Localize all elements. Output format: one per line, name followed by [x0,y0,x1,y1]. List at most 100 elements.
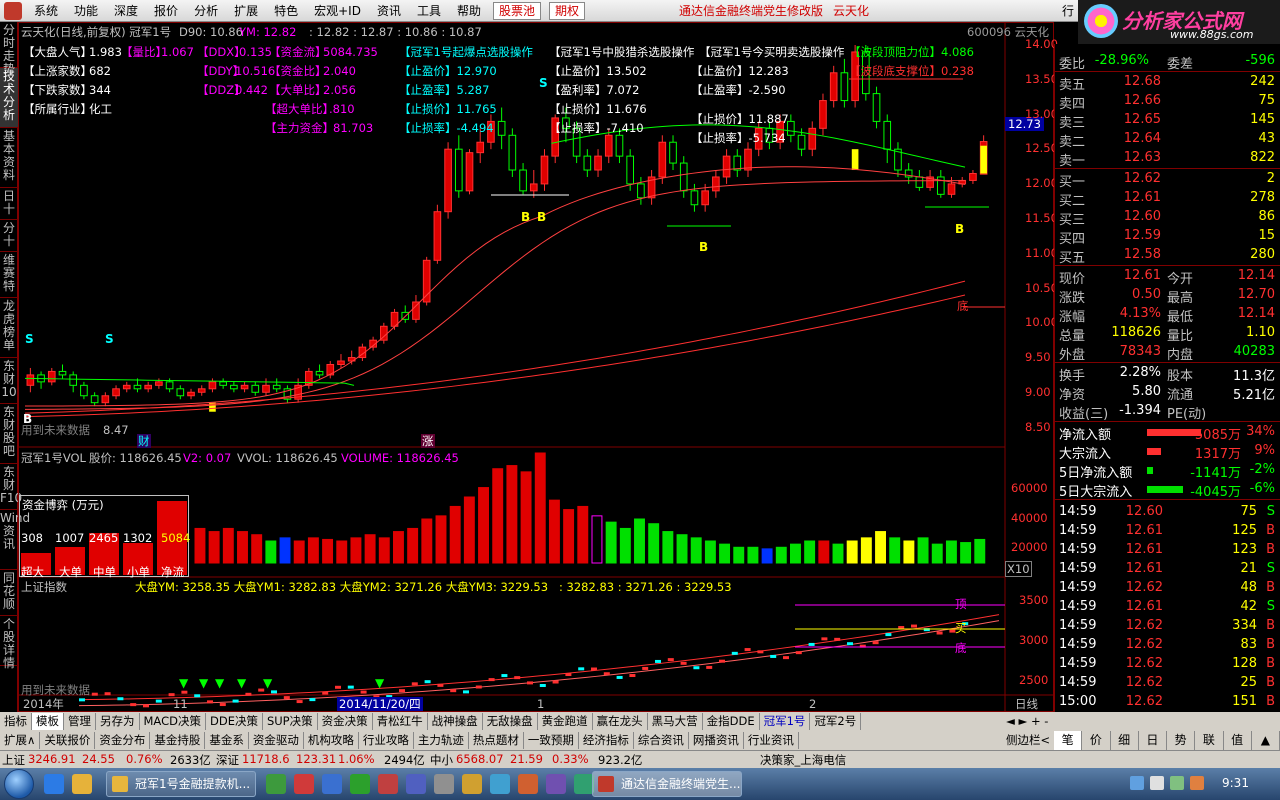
indicator-tab[interactable]: 无敌操盘 [483,713,538,730]
vtab[interactable]: 个股详情 [0,616,18,670]
quote-tab[interactable]: 细 [1110,731,1139,750]
quote-tab[interactable]: 势 [1167,731,1196,750]
vtab[interactable]: Wind资讯 [0,510,30,570]
network-icon[interactable] [1170,776,1184,790]
indicator-tab[interactable]: 另存为 [96,713,140,730]
tray-icon[interactable] [1190,776,1204,790]
menu-item[interactable]: 功能 [66,0,106,22]
indicator-tab[interactable]: 资金决策 [318,713,373,730]
menu-item[interactable]: 系统 [26,0,66,22]
start-button[interactable] [4,769,34,799]
vtab[interactable]: 日十 [0,188,18,220]
extension-tab[interactable]: 机构攻略 [304,732,359,749]
vtab[interactable]: 东财股吧 [0,404,18,464]
vtab[interactable]: 龙虎榜单 [0,298,18,358]
indicator-tab[interactable]: 赢在龙头 [593,713,648,730]
quote-tab[interactable]: ▲ [1251,731,1280,750]
indicator-tab[interactable]: 黑马大营 [648,713,703,730]
extension-tab[interactable]: 基金持股 [150,732,206,749]
extension-tab[interactable]: 热点题材 [469,732,524,749]
quote-tab[interactable]: 联 [1195,731,1224,750]
quote-tab[interactable]: 日 [1138,731,1167,750]
taskbar-window[interactable]: 冠军1号金融提款机... [106,771,256,797]
quote-row: 总量 118626 量比 1.10 [1055,324,1280,344]
app-icon[interactable] [546,774,566,794]
indicator-tab[interactable]: 管理 [64,713,96,730]
quote-tab[interactable]: 笔 [1054,731,1083,750]
extension-tab[interactable]: 主力轨迹 [414,732,469,749]
extension-tab[interactable]: 基金系 [205,732,249,749]
extension-tab[interactable]: 综合资讯 [634,732,689,749]
indicator-tab[interactable]: 青松红牛 [373,713,428,730]
app-icon[interactable] [434,774,454,794]
indicator-tab[interactable]: 指标 [0,713,32,730]
indicator-tab[interactable]: 模板 [32,713,64,730]
extension-tab[interactable]: 行业资讯 [744,732,799,749]
indicator-tab[interactable]: DDE决策 [206,713,263,730]
index-candle [847,642,853,646]
extension-tab[interactable]: 资金驱动 [249,732,304,749]
ie-icon[interactable] [44,774,64,794]
mid-change: 21.59 [510,752,543,766]
vtab[interactable]: 维赛特 [0,252,18,298]
vtab[interactable]: 分时走势 [0,22,18,76]
kline-chart-canvas[interactable]: S SBB BSBB▼ ▼ ▼ ▼ ▼ ▼ [19,23,1055,713]
app-icon[interactable] [294,774,314,794]
quote-tab[interactable]: 价 [1082,731,1111,750]
main-chart-area[interactable]: S S B B B S B B ▼ ▼ ▼ ▼ ▼ ▼ 云天化(日线,前复权) 冠军1号 D90: 10.… [18,22,1058,713]
chart-ctrl-buttons[interactable]: ◄ ► + - [1006,712,1048,731]
folder-icon[interactable] [72,774,92,794]
indicator-tab[interactable]: SUP决策 [263,713,318,730]
stat-value: 0.135 [239,45,272,59]
app-icon[interactable] [518,774,538,794]
indicator-tab[interactable]: 战神操盘 [428,713,483,730]
indicator-tab[interactable]: 冠军2号 [810,713,862,730]
extension-tab[interactable]: 网播资讯 [689,732,744,749]
extension-tab[interactable]: 一致预期 [524,732,579,749]
vtab[interactable]: 同花顺 [0,570,18,616]
menu-item[interactable]: 深度 [106,0,146,22]
extension-tab[interactable]: 关联报价 [40,732,96,749]
app-icon[interactable] [462,774,482,794]
menu-item[interactable]: 宏观+ID [306,0,369,22]
app-icon[interactable] [378,774,398,794]
app-icon[interactable] [574,774,594,794]
options-button[interactable]: 期权 [549,1,586,20]
system-tray[interactable] [1130,776,1210,792]
extension-tab[interactable]: 扩展∧ [0,732,41,749]
tray-icon[interactable] [1130,776,1144,790]
indicator-tab[interactable]: 黄金跑道 [538,713,593,730]
vtab[interactable]: 分十 [0,220,18,252]
volume-icon[interactable] [1150,776,1164,790]
app-icon[interactable] [406,774,426,794]
sidebar-toggle[interactable]: 侧边栏< [1006,731,1050,750]
menu-item[interactable]: 资讯 [369,0,409,22]
vtab[interactable]: 技术分析 [0,68,18,128]
extension-tab[interactable]: 行业攻略 [359,732,414,749]
menu-item-hang[interactable]: 行 [1062,0,1074,22]
stock-pool-button[interactable]: 股票池 [493,1,542,20]
quote-tab[interactable]: 值 [1223,731,1252,750]
extension-tab[interactable]: 经济指标 [579,732,634,749]
indicator-tab[interactable]: 金指DDE [703,713,760,730]
taskbar-window-active[interactable]: 通达信金融终端党生... [592,771,742,797]
vtab[interactable]: 基本资料 [0,128,18,188]
menu-item[interactable]: 报价 [146,0,186,22]
indicator-tab[interactable]: 冠军1号 [760,713,811,730]
menu-item[interactable]: 帮助 [449,0,489,22]
app-icon[interactable] [490,774,510,794]
app-icon[interactable] [350,774,370,794]
volume-bar [322,538,334,564]
menu-item[interactable]: 分析 [186,0,226,22]
extension-tab[interactable]: 资金分布 [95,732,151,749]
vtab[interactable]: 东财10 [0,358,18,404]
app-icon[interactable] [266,774,286,794]
vtab[interactable]: 东财F10 [0,464,22,510]
menu-item[interactable]: 工具 [409,0,449,22]
app-icon[interactable] [322,774,342,794]
volume-bar [931,543,943,564]
menu-item[interactable]: 扩展 [226,0,266,22]
menu-item[interactable]: 特色 [266,0,306,22]
period-label[interactable]: 日线 [1015,697,1038,711]
indicator-tab[interactable]: MACD决策 [140,713,206,730]
